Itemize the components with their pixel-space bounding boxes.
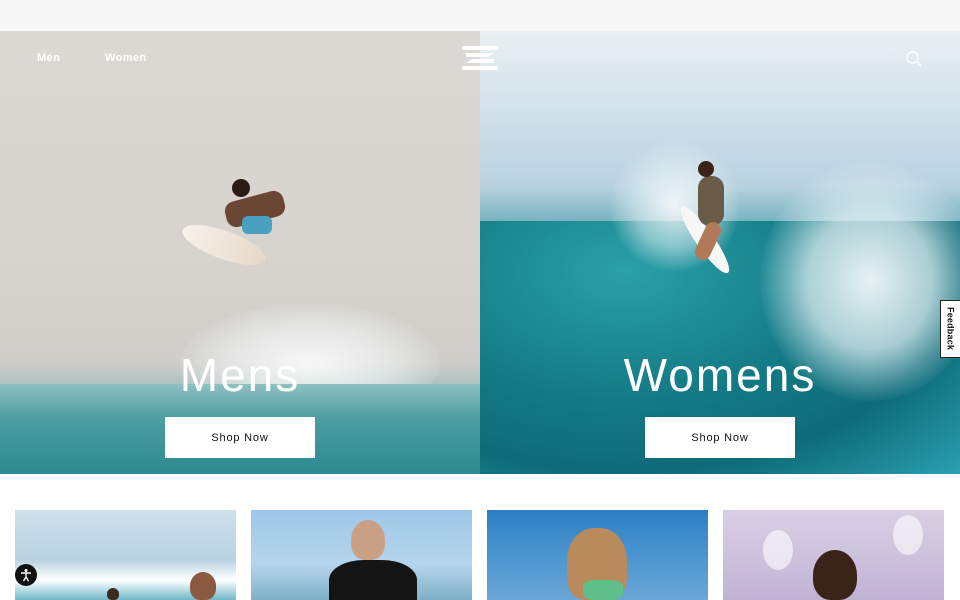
surfer-figure bbox=[107, 588, 119, 600]
women-hero-image[interactable] bbox=[480, 31, 960, 474]
feedback-tab[interactable]: Feedback bbox=[940, 300, 960, 358]
billabong-logo-icon[interactable] bbox=[462, 46, 498, 70]
man-head bbox=[351, 520, 385, 560]
water-splash bbox=[893, 515, 923, 555]
nav-women-link[interactable]: Women bbox=[105, 52, 147, 64]
top-bar bbox=[0, 0, 960, 31]
surfer-figure bbox=[190, 572, 216, 600]
mens-title: Mens bbox=[179, 349, 301, 401]
woman-figure bbox=[813, 550, 857, 600]
male-surfer bbox=[177, 176, 320, 276]
category-card-surf-action[interactable] bbox=[15, 510, 236, 600]
swim-top bbox=[583, 580, 623, 600]
hero-banner: Men Women Mens Shop Now Womens Shop Now bbox=[0, 31, 960, 474]
water-splash bbox=[763, 530, 793, 570]
category-card-swim[interactable] bbox=[487, 510, 708, 600]
search-icon[interactable] bbox=[905, 50, 923, 68]
category-card-wetsuit[interactable] bbox=[251, 510, 472, 600]
accessibility-icon[interactable] bbox=[15, 564, 37, 586]
feedback-label: Feedback bbox=[945, 307, 956, 351]
wetsuit-figure bbox=[329, 560, 417, 600]
womens-title: Womens bbox=[623, 349, 817, 401]
female-surfer bbox=[660, 151, 760, 301]
accessibility-figure-icon bbox=[21, 569, 31, 582]
nav-men-link[interactable]: Men bbox=[37, 52, 60, 64]
men-hero-image[interactable] bbox=[0, 31, 480, 474]
category-grid bbox=[0, 510, 960, 600]
mens-shop-now-button[interactable]: Shop Now bbox=[165, 417, 315, 458]
category-card-women-surf[interactable] bbox=[723, 510, 944, 600]
womens-shop-now-button[interactable]: Shop Now bbox=[645, 417, 795, 458]
